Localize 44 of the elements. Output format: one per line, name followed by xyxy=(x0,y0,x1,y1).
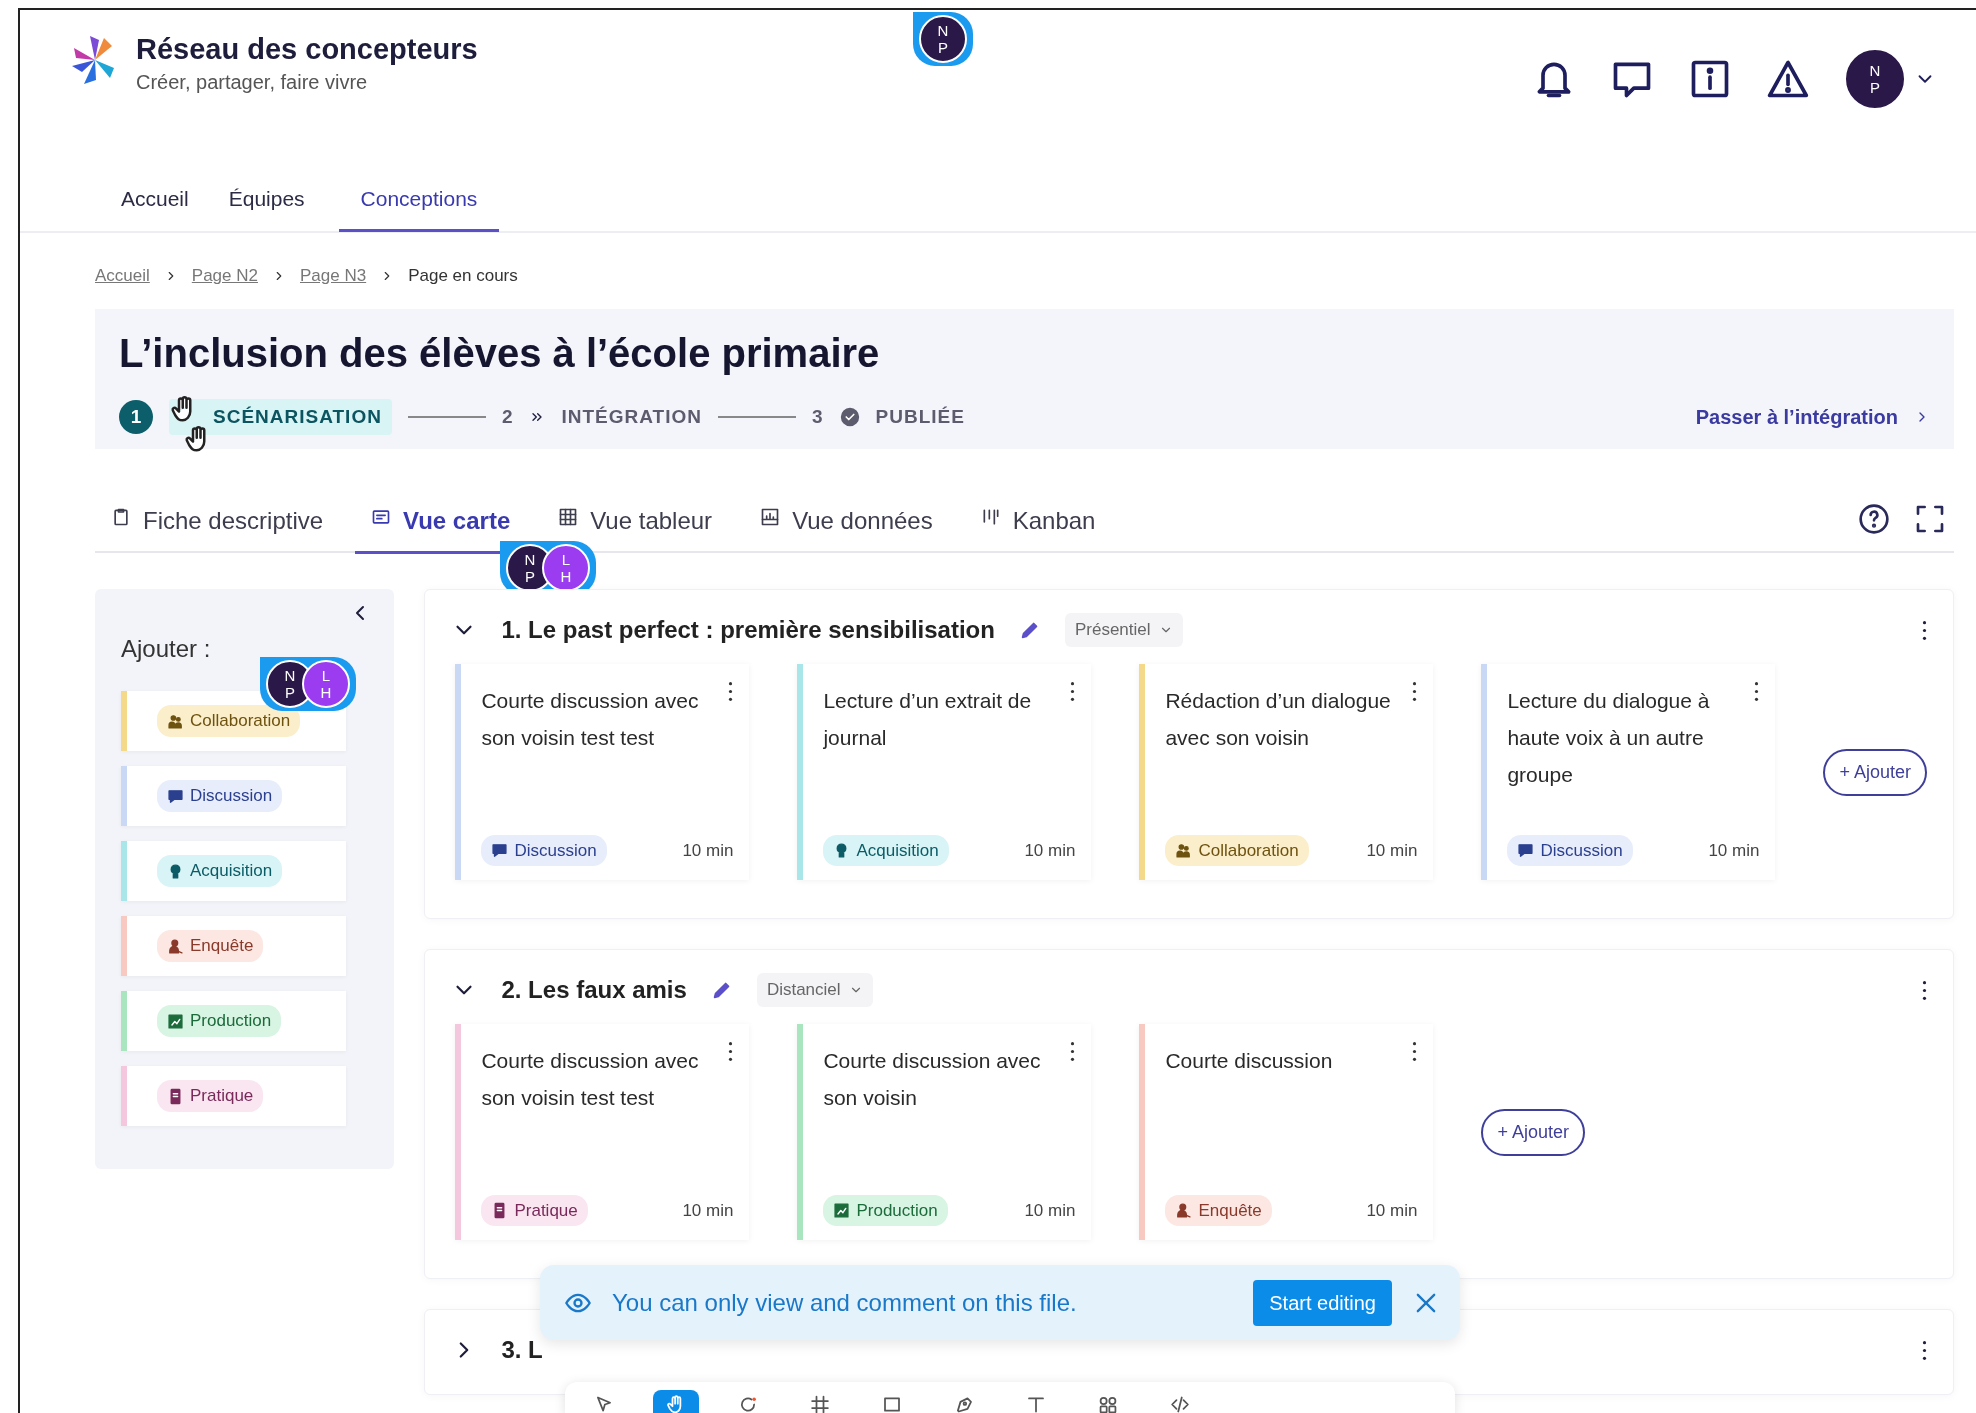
sidebar-title: Ajouter : xyxy=(121,634,211,664)
category-tag: Production xyxy=(157,1005,282,1037)
category-tag: Enquête xyxy=(157,930,264,962)
category-tag: Discussion xyxy=(1507,834,1633,866)
card-title: Rédaction d’un dialogue avec son voisin xyxy=(1165,688,1392,751)
breadcrumb-current: Page en cours xyxy=(408,265,518,287)
category-tag: Pratique xyxy=(481,1194,588,1226)
duration-text: 10 min xyxy=(1024,839,1076,862)
duration-text: 10 min xyxy=(1708,839,1760,862)
site-title: Réseau des concepteurs xyxy=(136,32,478,67)
card-title: Lecture du dialogue à haute voix à un autre groupe xyxy=(1507,688,1711,788)
category-tag: Discussion xyxy=(157,780,283,812)
section-title: 2. Les faux amis xyxy=(501,975,687,1005)
page-title: L’inclusion des élèves à l’école primaire xyxy=(119,329,881,377)
section-title: 1. Le past perfect : première sensibilisation xyxy=(501,615,995,645)
duration-text: 10 min xyxy=(1366,839,1418,862)
category-tag: Collaboration xyxy=(1165,834,1309,866)
card-title: Courte discussion avec son voisin test test xyxy=(481,688,700,751)
duration-text: 10 min xyxy=(1024,1199,1076,1222)
category-tag: Acquisition xyxy=(157,855,283,887)
avatar: N P xyxy=(919,15,967,63)
category-tag: Pratique xyxy=(157,1080,264,1112)
step-label: PUBLIÉE xyxy=(875,404,965,429)
site-subtitle: Créer, partager, faire vivre xyxy=(136,69,369,95)
banner-message: You can only view and comment on this file. xyxy=(612,1287,1078,1318)
duration-text: 10 min xyxy=(682,839,734,862)
card-title: Courte discussion avec son voisin test test xyxy=(481,1048,700,1111)
category-tag: Acquisition xyxy=(823,834,949,866)
step-number: 3 xyxy=(811,404,824,429)
card-title: Courte discussion xyxy=(1165,1048,1334,1074)
category-tag: Enquête xyxy=(1165,1194,1272,1226)
step-number: 1 xyxy=(119,399,153,434)
section-title: 3. L xyxy=(501,1335,543,1365)
card-title: Lecture d’un extrait de journal xyxy=(823,688,1033,751)
step-number: 2 xyxy=(501,404,514,429)
card-title: Courte discussion avec son voisin xyxy=(823,1048,1042,1111)
avatar: L H xyxy=(302,660,350,708)
duration-text: 10 min xyxy=(1366,1199,1418,1222)
category-tag: Discussion xyxy=(481,834,607,866)
step-label: INTÉGRATION xyxy=(561,404,702,429)
avatar: L H xyxy=(542,544,590,592)
category-tag: Collaboration xyxy=(157,705,301,737)
category-tag: Production xyxy=(823,1194,948,1226)
duration-text: 10 min xyxy=(682,1199,734,1222)
